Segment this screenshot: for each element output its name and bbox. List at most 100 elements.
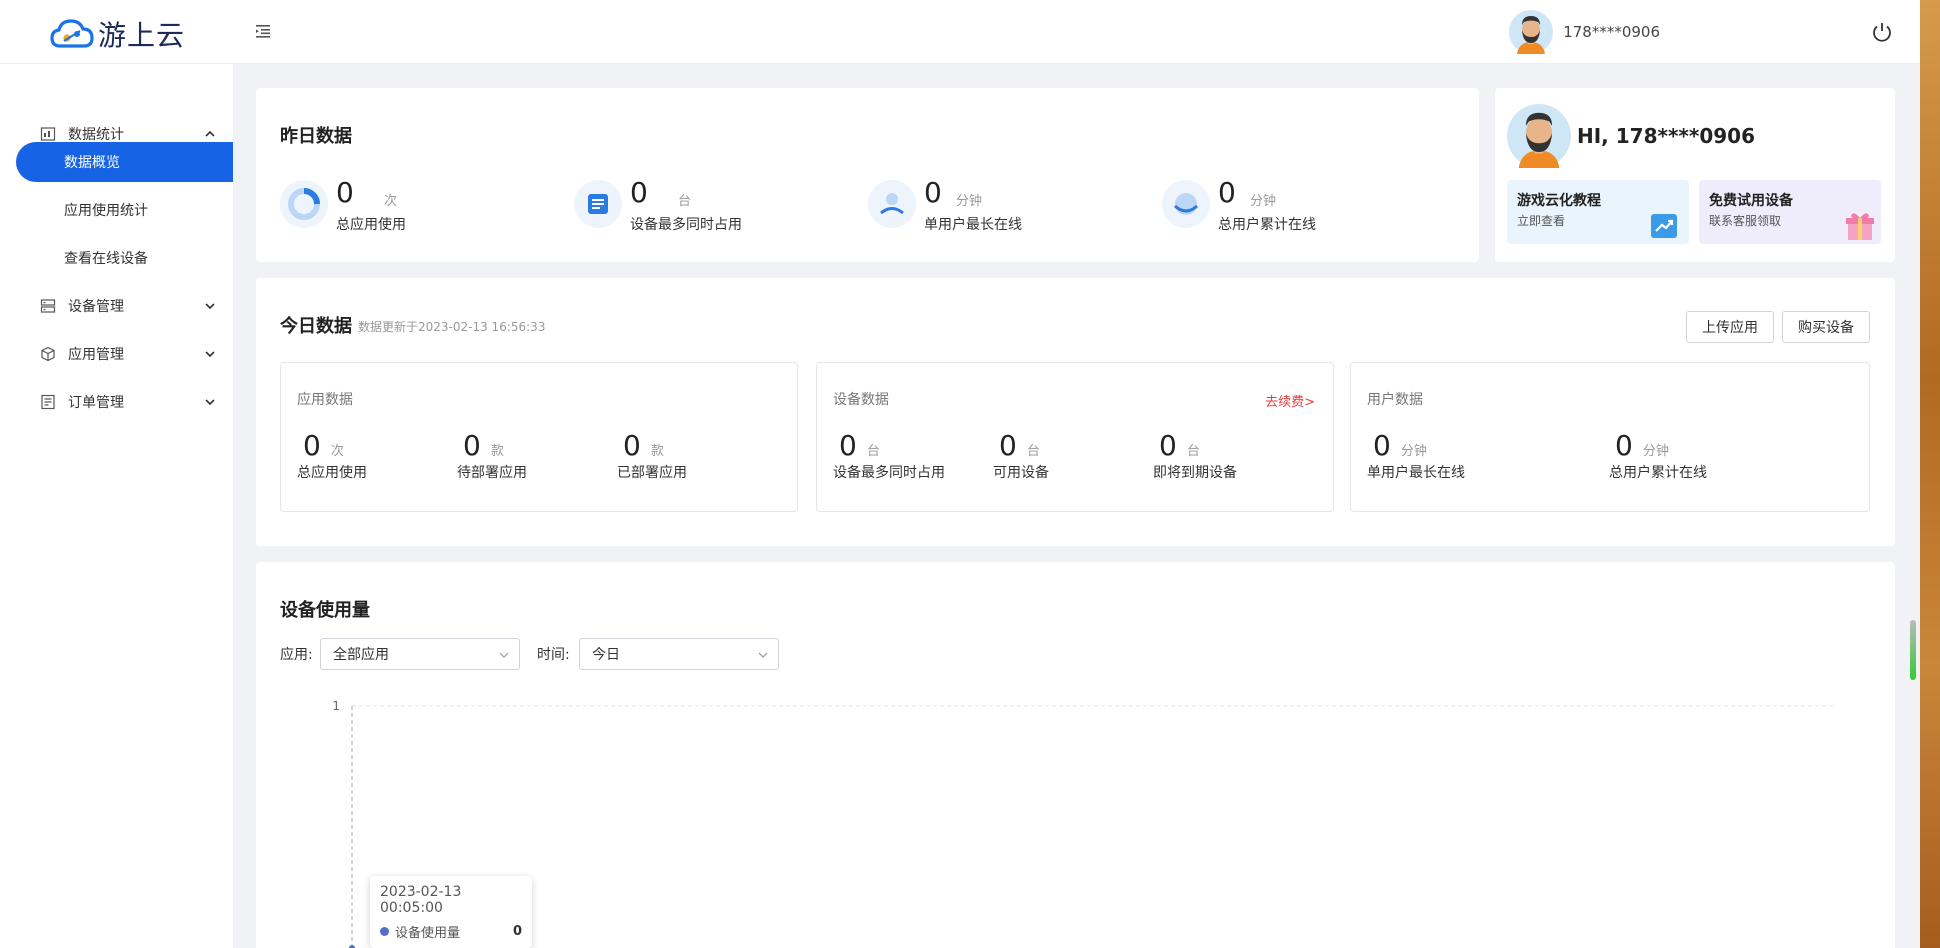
time-select-value: 今日 bbox=[592, 647, 620, 663]
stat-value: 0 bbox=[1373, 429, 1391, 462]
buy-device-button[interactable]: 购买设备 bbox=[1782, 311, 1870, 343]
chart-tooltip: 2023-02-13 00:05:00 设备使用量 0 bbox=[370, 876, 532, 948]
clock-icon bbox=[1162, 180, 1210, 228]
sidebar: 数据统计 数据概览 应用使用统计 查看在线设备 设备管理 应用管理 订单管理 bbox=[0, 64, 233, 948]
chevron-down-icon bbox=[205, 399, 215, 406]
sidebar-item-order-mgmt[interactable]: 订单管理 bbox=[0, 382, 233, 422]
stat-unit: 分钟 bbox=[1400, 444, 1427, 459]
avatar bbox=[1507, 104, 1571, 168]
mini-stat: 0次 总应用使用 bbox=[297, 429, 367, 482]
sidebar-item-label: 设备管理 bbox=[68, 299, 124, 315]
stat-value: 0 bbox=[924, 176, 942, 209]
chevron-down-icon bbox=[758, 652, 768, 658]
stat-label: 总用户累计在线 bbox=[1218, 217, 1316, 233]
app-filter-label: 应用: bbox=[280, 647, 313, 663]
upload-app-button[interactable]: 上传应用 bbox=[1686, 311, 1774, 343]
stat-unit: 台 bbox=[1186, 444, 1200, 459]
stat-value: 0 bbox=[1218, 176, 1236, 209]
app-select[interactable]: 全部应用 bbox=[320, 638, 520, 670]
stat-value: 0 bbox=[839, 429, 857, 462]
sidebar-item-label: 订单管理 bbox=[68, 395, 124, 411]
scrollbar[interactable] bbox=[1910, 620, 1916, 680]
tutorial-card[interactable]: 游戏云化教程 立即查看 bbox=[1507, 180, 1689, 244]
stat-unit: 台 bbox=[866, 444, 880, 459]
sidebar-item-app-mgmt[interactable]: 应用管理 bbox=[0, 334, 233, 374]
user-menu[interactable]: 178****0906 bbox=[1509, 10, 1660, 54]
stat-value: 0 bbox=[463, 429, 481, 462]
desktop-background bbox=[1920, 0, 1940, 948]
stat-label: 单用户最长在线 bbox=[924, 217, 1022, 233]
document-icon bbox=[41, 394, 55, 410]
sidebar-item-label: 查看在线设备 bbox=[64, 251, 148, 267]
sidebar-item-label: 应用使用统计 bbox=[64, 203, 148, 219]
menu-fold-icon[interactable] bbox=[254, 22, 272, 40]
stat-label: 单用户最长在线 bbox=[1367, 465, 1465, 481]
stat-unit: 台 bbox=[678, 194, 692, 209]
renew-link[interactable]: 去续费> bbox=[1265, 391, 1315, 410]
stat-total-user-online: 0 分钟 总用户累计在线 bbox=[1162, 176, 1422, 240]
usage-title: 设备使用量 bbox=[280, 600, 370, 621]
stat-unit: 分钟 bbox=[1642, 444, 1669, 459]
stat-unit: 台 bbox=[1026, 444, 1040, 459]
free-trial-card[interactable]: 免费试用设备 联系客服领取 bbox=[1699, 180, 1881, 244]
stat-unit: 次 bbox=[384, 194, 398, 209]
cube-icon bbox=[41, 346, 55, 362]
mini-stat: 0台 设备最多同时占用 bbox=[833, 429, 945, 482]
app-data-box: 应用数据 0次 总应用使用 0款 待部署应用 0款 已部署应用 bbox=[280, 362, 798, 512]
sidebar-item-online-devices[interactable]: 查看在线设备 bbox=[16, 238, 233, 278]
stat-label: 待部署应用 bbox=[457, 465, 527, 481]
box-title: 设备数据 bbox=[833, 392, 889, 408]
sidebar-item-app-usage[interactable]: 应用使用统计 bbox=[16, 190, 233, 230]
stat-label: 总应用使用 bbox=[297, 465, 367, 481]
stat-unit: 分钟 bbox=[1250, 194, 1277, 209]
chevron-down-icon bbox=[499, 652, 509, 658]
sidebar-item-device-mgmt[interactable]: 设备管理 bbox=[0, 286, 233, 326]
mini-stat: 0台 可用设备 bbox=[993, 429, 1049, 482]
chevron-down-icon bbox=[205, 303, 215, 310]
yesterday-title: 昨日数据 bbox=[280, 126, 352, 147]
mini-stat: 0 分钟 单用户最长在线 bbox=[1367, 429, 1465, 482]
logo-text: 游上云 bbox=[98, 19, 186, 52]
greeting: HI, 178****0906 bbox=[1577, 124, 1755, 148]
update-time: 数据更新于2023-02-13 16:56:33 bbox=[358, 320, 546, 334]
stat-value: 0 bbox=[1159, 429, 1177, 462]
tutorial-title: 游戏云化教程 bbox=[1517, 193, 1601, 209]
stat-unit: 分钟 bbox=[956, 194, 983, 209]
stat-max-concurrent-devices: 0 台 设备最多同时占用 bbox=[574, 176, 834, 240]
stat-unit: 款 bbox=[650, 444, 664, 459]
power-icon[interactable] bbox=[1870, 20, 1894, 44]
y-tick-label: 1 bbox=[332, 699, 340, 713]
avatar bbox=[1509, 10, 1554, 54]
stat-value: 0 bbox=[336, 176, 354, 209]
stat-label: 已部署应用 bbox=[617, 465, 687, 481]
chart-icon bbox=[40, 127, 56, 141]
time-select[interactable]: 今日 bbox=[579, 638, 779, 670]
stat-max-user-online: 0 分钟 单用户最长在线 bbox=[868, 176, 1128, 240]
user-icon bbox=[868, 180, 916, 228]
stat-value: 0 bbox=[303, 429, 321, 462]
trend-up-icon bbox=[1651, 214, 1677, 238]
user-data-box: 用户数据 0 分钟 单用户最长在线 0 分钟 总用户累计在线 bbox=[1350, 362, 1870, 512]
tooltip-series: 设备使用量 bbox=[395, 926, 461, 941]
stat-unit: 次 bbox=[330, 444, 344, 459]
device-data-box: 设备数据 去续费> 0台 设备最多同时占用 0台 可用设备 0台 即将到期设备 bbox=[816, 362, 1334, 512]
mini-stat: 0台 即将到期设备 bbox=[1153, 429, 1237, 482]
box-title: 用户数据 bbox=[1367, 392, 1423, 408]
user-name: 178****0906 bbox=[1563, 23, 1660, 41]
stat-label: 总用户累计在线 bbox=[1609, 465, 1707, 481]
tooltip-value: 0 bbox=[512, 924, 522, 939]
chevron-down-icon bbox=[205, 351, 215, 358]
mini-stat: 0 分钟 总用户累计在线 bbox=[1609, 429, 1707, 482]
sidebar-item-overview[interactable]: 数据概览 bbox=[16, 142, 233, 182]
free-trial-title: 免费试用设备 bbox=[1709, 193, 1793, 209]
list-icon bbox=[574, 180, 622, 228]
mini-stat: 0款 待部署应用 bbox=[457, 429, 527, 482]
time-filter-label: 时间: bbox=[537, 647, 570, 663]
stat-label: 即将到期设备 bbox=[1153, 465, 1237, 481]
chevron-up-icon bbox=[205, 130, 215, 137]
stat-unit: 款 bbox=[490, 444, 504, 459]
welcome-card: HI, 178****0906 游戏云化教程 立即查看 免费试用设备 联系客服领… bbox=[1495, 88, 1895, 262]
stat-label: 可用设备 bbox=[993, 465, 1049, 481]
today-card: 今日数据 数据更新于2023-02-13 16:56:33 上传应用 购买设备 … bbox=[256, 278, 1895, 546]
logo[interactable]: 游上云 bbox=[50, 14, 185, 54]
